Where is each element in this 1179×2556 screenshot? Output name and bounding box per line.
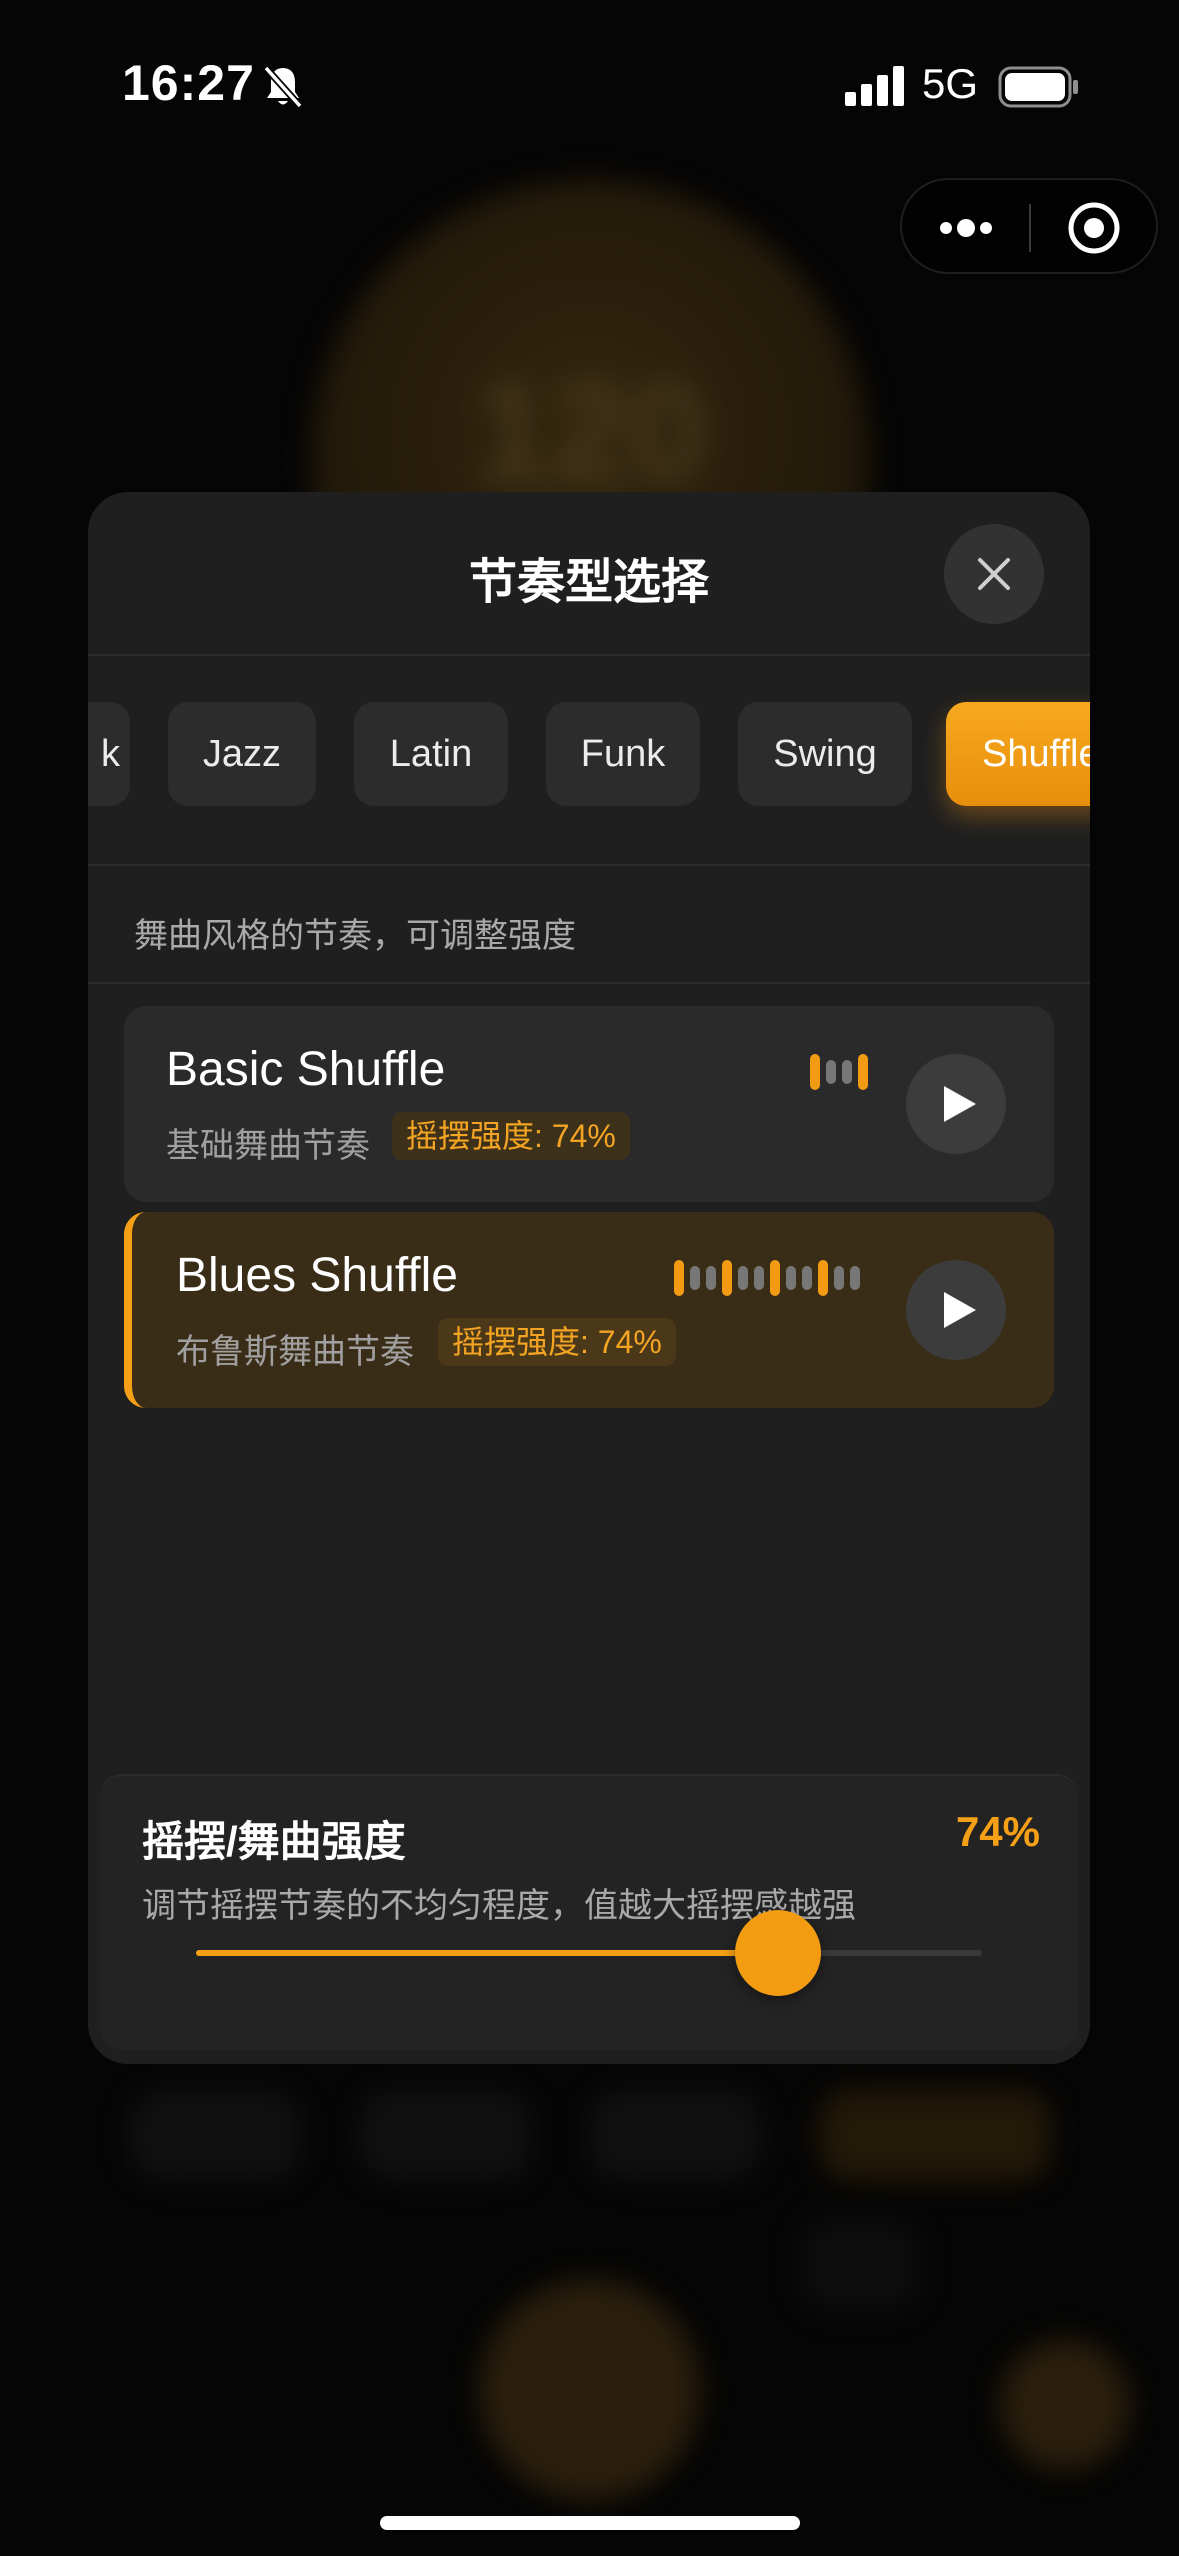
background-button (820, 2090, 1050, 2180)
beat (786, 1266, 796, 1290)
close-button[interactable] (944, 524, 1044, 624)
beat (706, 1266, 716, 1290)
swing-value: 74% (955, 1808, 1040, 1855)
beat-pattern (810, 1054, 874, 1094)
rhythm-name: Basic Shuffle (166, 1043, 446, 1096)
status-bar: 16:27 5G (0, 0, 1179, 170)
style-hint: 舞曲风格的节奏，可调整强度 (134, 917, 576, 955)
tab-swing[interactable]: Swing (738, 702, 912, 806)
beat-accent (858, 1054, 868, 1090)
background-button (130, 2090, 300, 2180)
beat (802, 1266, 812, 1290)
background-tempo-value: 120 (473, 352, 707, 509)
background-button (800, 2220, 920, 2310)
beat-accent (818, 1260, 828, 1296)
tab-latin[interactable]: Latin (354, 702, 508, 806)
close-icon (978, 558, 1010, 590)
background-fab (1000, 2340, 1130, 2470)
rhythm-selection-sheet: 节奏型选择 k Jazz Latin Funk Swing Shuffle 舞曲… (88, 492, 1090, 2064)
miniprogram-capsule (900, 178, 1158, 274)
rhythm-name: Blues Shuffle (176, 1249, 458, 1302)
beat-accent (722, 1260, 732, 1296)
style-tabs: k Jazz Latin Funk Swing Shuffle (88, 656, 1090, 866)
beat (690, 1266, 700, 1290)
screen: 120 16:27 5G 节奏型选择 k Jazz Latin Funk Swi… (0, 0, 1179, 2556)
background-play-button (480, 2280, 700, 2500)
status-time: 16:27 (122, 55, 255, 111)
rhythm-description: 基础舞曲节奏 (166, 1127, 370, 1165)
background-button (360, 2090, 530, 2180)
swing-intensity-panel: 摇摆/舞曲强度 74% 调节摇摆节奏的不均匀程度，值越大摇摆感越强 (100, 1774, 1078, 2050)
rhythm-card-basic-shuffle[interactable]: Basic Shuffle 基础舞曲节奏 摇摆强度: 74% (124, 1006, 1054, 1202)
play-icon (944, 1292, 976, 1328)
sheet-title: 节奏型选择 (468, 556, 709, 609)
network-type: 5G (922, 60, 979, 107)
tab-funk[interactable]: Funk (546, 702, 700, 806)
beat (826, 1060, 836, 1084)
beat (754, 1266, 764, 1290)
divider (88, 982, 1090, 984)
beat-pattern (674, 1260, 866, 1300)
swing-slider-thumb[interactable] (734, 1910, 821, 1996)
bell-slash-icon (263, 65, 303, 109)
beat-accent (770, 1260, 780, 1296)
tab-jazz[interactable]: Jazz (168, 702, 316, 806)
capsule-divider (1029, 204, 1031, 252)
battery-full-icon (998, 66, 1078, 108)
beat (834, 1266, 844, 1290)
swing-intensity-badge: 摇摆强度: 74% (392, 1112, 630, 1160)
tab-rock[interactable]: k (88, 702, 130, 806)
beat (842, 1060, 852, 1084)
cellular-signal-icon (845, 66, 904, 106)
tab-shuffle[interactable]: Shuffle (946, 702, 1090, 806)
swing-intensity-badge: 摇摆强度: 74% (438, 1318, 676, 1366)
beat-accent (674, 1260, 684, 1296)
target-circle-icon[interactable] (1066, 200, 1122, 256)
play-icon (944, 1086, 976, 1122)
swing-slider[interactable] (196, 1910, 982, 1996)
play-preview-button[interactable] (906, 1054, 1006, 1154)
beat-accent (810, 1054, 820, 1090)
home-indicator (380, 2516, 800, 2530)
beat (850, 1266, 860, 1290)
more-dots-icon[interactable] (934, 210, 998, 246)
swing-slider-fill (196, 1950, 778, 1956)
sheet-header: 节奏型选择 (88, 492, 1090, 656)
swing-title: 摇摆/舞曲强度 (142, 1818, 406, 1865)
play-preview-button[interactable] (906, 1260, 1006, 1360)
background-button (590, 2090, 760, 2180)
rhythm-card-blues-shuffle[interactable]: Blues Shuffle 布鲁斯舞曲节奏 摇摆强度: 74% (124, 1212, 1054, 1408)
beat (738, 1266, 748, 1290)
rhythm-description: 布鲁斯舞曲节奏 (176, 1333, 414, 1371)
